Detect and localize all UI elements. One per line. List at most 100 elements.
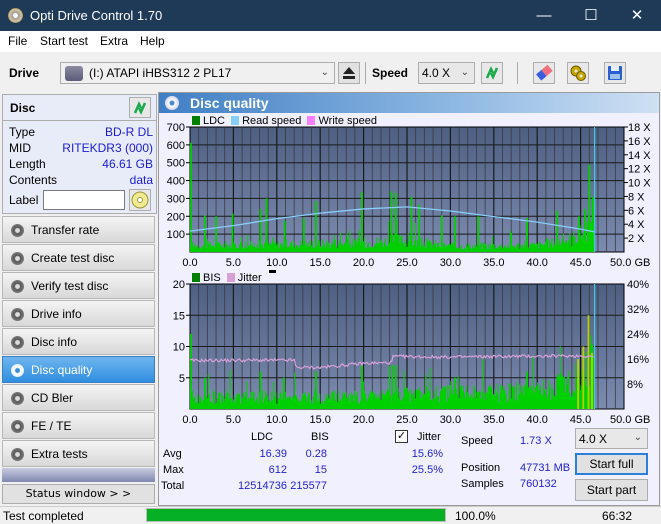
elapsed-time: 66:32 [602, 509, 633, 523]
x-tick-label: 0.0 [182, 257, 197, 269]
row-total-label: Total [161, 480, 185, 492]
progress-text: 100.0% [455, 509, 496, 523]
position-value: 47731 MB [520, 462, 571, 474]
y2-tick-label: 10 X [628, 178, 651, 190]
bis-spike [582, 346, 585, 409]
position-label: Position [461, 462, 501, 474]
ldc-spike [215, 216, 218, 252]
y-tick-label: 5 [179, 373, 185, 385]
jitter-checkbox[interactable]: ✓ [395, 430, 408, 443]
bis-spike [203, 377, 206, 409]
ldc-spike [390, 191, 393, 252]
y-tick-label: 100 [167, 229, 185, 241]
x-tick-label: 5.0 [226, 414, 241, 426]
max-bis: 15 [314, 464, 327, 476]
y-tick-label: 10 [173, 342, 185, 354]
bis-spike [591, 352, 593, 409]
ldc-spike [477, 216, 480, 252]
ldc-spike [394, 193, 397, 252]
start-full-button[interactable]: Start full [575, 453, 648, 475]
start-part-button[interactable]: Start part [575, 479, 648, 501]
y-tick-label: 600 [167, 140, 185, 152]
speed-stat-label: Speed [461, 435, 493, 447]
jitter-label: Jitter [417, 431, 441, 443]
x-tick-label: 10.0 [266, 414, 287, 426]
y-tick-label: 20 [173, 279, 185, 291]
bis-spike [556, 377, 559, 409]
x-tick-label: 45.0 [570, 257, 591, 269]
x-tick-label: 5.0 [226, 257, 241, 269]
ldc-spike [556, 210, 559, 252]
ldc-spike [525, 218, 528, 252]
y-tick-label: 400 [167, 176, 185, 188]
y2-tick-label: 18 X [628, 122, 651, 134]
x-tick-label: 25.0 [396, 257, 417, 269]
avg-ldc: 16.39 [259, 448, 287, 460]
ldc-spike [591, 196, 594, 252]
x-tick-label: 35.0 [483, 257, 504, 269]
test-speed-value: 4.0 X [579, 432, 608, 446]
bis-spike [282, 377, 285, 409]
y2-tick-label: 24% [627, 329, 649, 341]
y2-tick-label: 6 X [628, 205, 645, 217]
y-tick-label: 500 [167, 158, 185, 170]
x-tick-label: 20.0 [353, 414, 374, 426]
x-tick-label: 10.0 [266, 257, 287, 269]
y2-tick-label: 32% [627, 304, 649, 316]
x-tick-label: 15.0 [309, 414, 330, 426]
bis-spike [259, 371, 262, 409]
y2-tick-label: 8 X [628, 191, 645, 203]
row-max-label: Max [163, 464, 184, 476]
y-tick-label: 15 [173, 310, 185, 322]
x-tick-label: 35.0 [483, 414, 504, 426]
chevron-down-icon: ⌄ [633, 432, 642, 443]
y2-tick-label: 40% [627, 279, 649, 291]
y2-tick-label: 16% [627, 354, 649, 366]
x-tick-label: 25.0 [396, 414, 417, 426]
ldc-spike [203, 215, 206, 252]
bis-spike [391, 365, 394, 409]
ldc-spike [453, 216, 456, 252]
ldc-spike [578, 216, 580, 252]
x-tick-label: 40.0 [526, 257, 547, 269]
x-tick-label: 30.0 [440, 257, 461, 269]
ldc-spike [259, 209, 262, 252]
x-tick-label: 40.0 [526, 414, 547, 426]
speed-stat-value: 1.73 X [520, 435, 552, 447]
y-tick-label: 300 [167, 193, 185, 205]
ldc-spike [283, 220, 286, 252]
x-tick-label: 15.0 [309, 257, 330, 269]
ldc-spike [588, 164, 591, 252]
ldc-spike [440, 215, 443, 252]
samples-label: Samples [461, 478, 504, 490]
x-tick-label: 50.0 GB [610, 414, 650, 426]
y2-tick-label: 16 X [628, 136, 651, 148]
total-bis: 215577 [290, 480, 327, 492]
bis-spike [190, 334, 192, 409]
samples-value: 760132 [520, 478, 557, 490]
jitter-avg: 15.6% [411, 448, 443, 460]
bis-spike [394, 365, 397, 409]
x-tick-label: 45.0 [570, 414, 591, 426]
total-ldc: 12514736 [238, 480, 287, 492]
test-speed-select[interactable]: 4.0 X ⌄ [575, 428, 648, 449]
progress-fill [147, 509, 445, 521]
status-text: Test completed [3, 509, 84, 523]
ldc-spike [410, 196, 413, 252]
max-ldc: 612 [268, 464, 287, 476]
charts-svg: 700 600 500 400 300 200 100 18 X 16 X 14 X 12 X 10 … [167, 122, 652, 426]
row-avg-label: Avg [163, 448, 182, 460]
y-tick-label: 200 [167, 211, 185, 223]
ldc-spike [231, 213, 234, 252]
bis-spike [361, 365, 363, 409]
col-ldc: LDC [251, 431, 274, 443]
ldc-spike [418, 204, 421, 252]
y2-tick-label: 14 X [628, 150, 651, 162]
col-bis: BIS [311, 431, 329, 443]
x-tick-label: 50.0 GB [610, 257, 650, 269]
x-tick-label: 30.0 [440, 414, 461, 426]
ldc-spike [190, 142, 192, 252]
y-tick-label: 700 [167, 122, 185, 134]
bis-spike [577, 359, 579, 409]
y2-tick-label: 4 X [628, 219, 645, 231]
